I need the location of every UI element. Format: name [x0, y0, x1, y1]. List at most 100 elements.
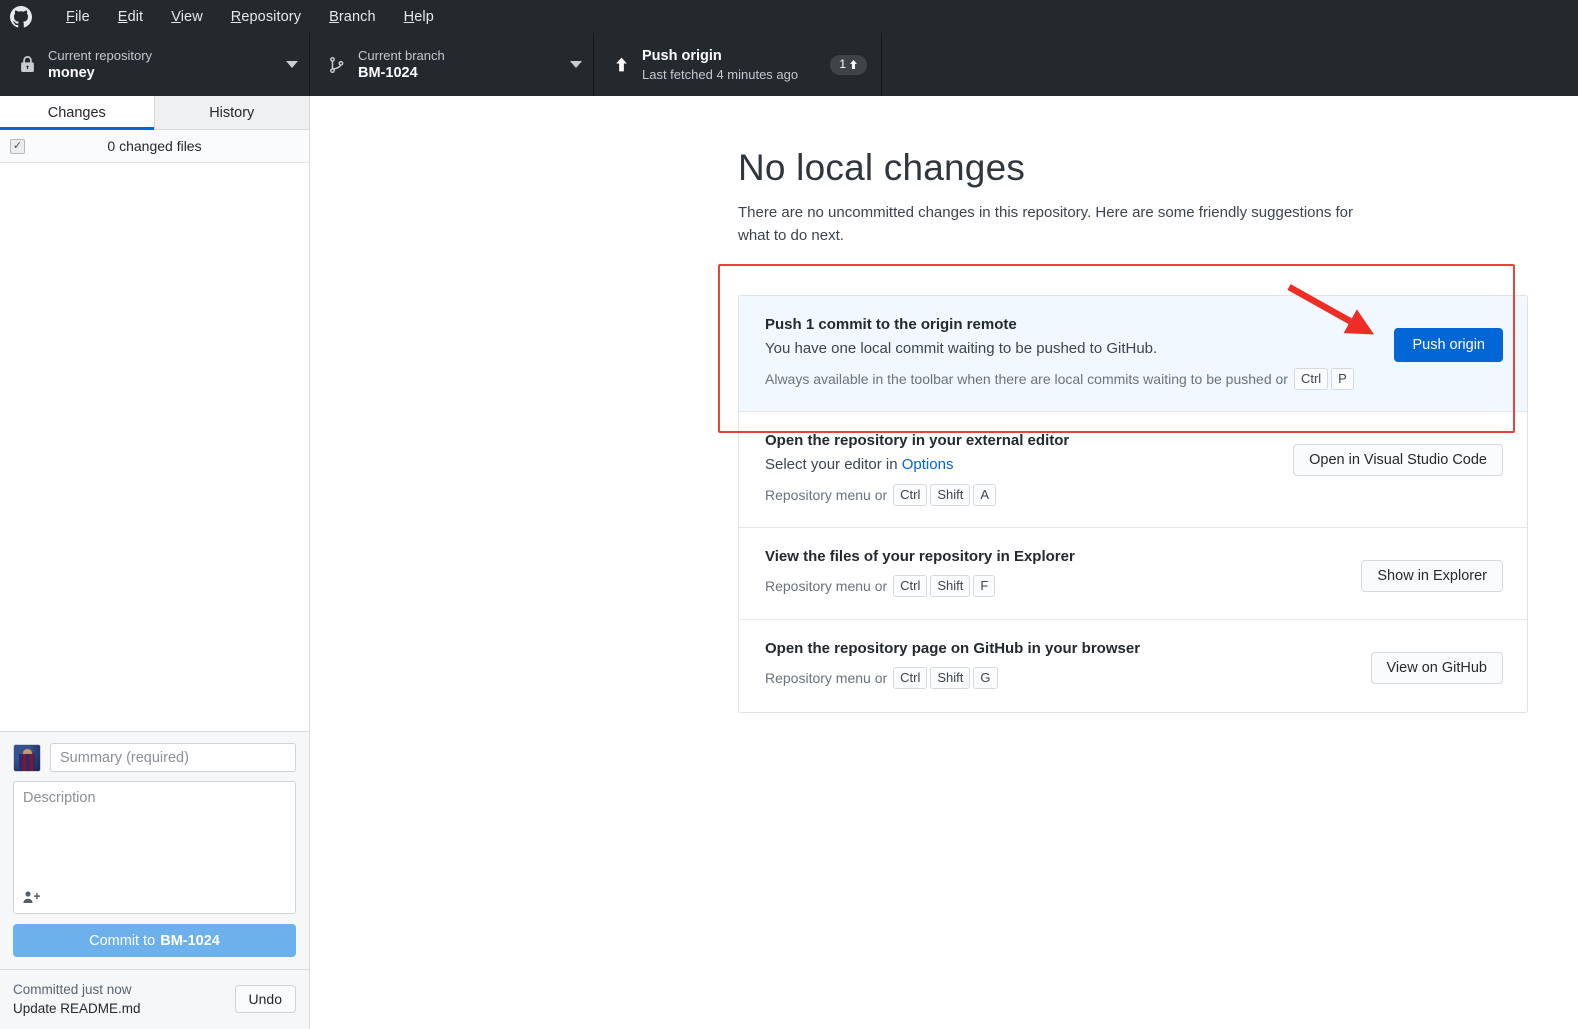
chevron-down-icon [285, 61, 299, 68]
commit-button-prefix: Commit to [89, 932, 156, 949]
open-in-editor-button[interactable]: Open in Visual Studio Code [1293, 444, 1503, 476]
suggestion-push-origin-hint: Always available in the toolbar when the… [765, 367, 1378, 391]
changed-files-count: 0 changed files [107, 138, 202, 154]
suggestion-show-explorer-text: View the files of your repository in Exp… [765, 546, 1361, 598]
github-mark-icon [8, 4, 34, 30]
menu-view-mnemonic: V [171, 8, 181, 25]
kbd-ctrl: Ctrl [1293, 368, 1329, 390]
suggestion-view-on-github-text: Open the repository page on GitHub in yo… [765, 638, 1371, 690]
chevron-down-icon [569, 61, 583, 68]
suggestion-view-on-github-hint-text: Repository menu or [765, 670, 888, 686]
github-desktop-window: File Edit View Repository Branch Help Cu… [0, 0, 1578, 1029]
tab-changes-label: Changes [47, 104, 106, 121]
sidebar: Changes History ✓ 0 changed files Summar… [0, 96, 310, 1029]
suggestion-view-on-github-title: Open the repository page on GitHub in yo… [765, 640, 1141, 657]
menu-branch-mnemonic: B [329, 8, 339, 25]
menu-help[interactable]: Help [390, 5, 448, 29]
suggestion-open-editor-hint-text: Repository menu or [765, 487, 888, 503]
main-content: No local changes There are no uncommitte… [310, 96, 1578, 1029]
kbd-ctrl: Ctrl [893, 667, 928, 689]
toolbar-filler [882, 33, 1578, 96]
push-origin-toolbar-button[interactable]: Push origin Last fetched 4 minutes ago 1 [594, 33, 882, 96]
menu-file-rest: ile [74, 8, 90, 25]
options-link[interactable]: Options [902, 456, 954, 473]
changed-files-list [0, 163, 309, 732]
suggestion-push-origin-hint-text: Always available in the toolbar when the… [765, 371, 1288, 387]
suggestion-push-origin-title: Push 1 commit to the origin remote [765, 316, 1017, 333]
sidebar-tabs: Changes History [0, 96, 309, 130]
suggestion-open-editor-action: Open in Visual Studio Code [1293, 430, 1503, 476]
menu-help-rest: elp [414, 8, 434, 25]
tab-changes[interactable]: Changes [0, 96, 155, 130]
kbd-ctrl: Ctrl [893, 575, 928, 597]
commit-button[interactable]: Commit to BM-1024 [13, 924, 296, 957]
push-origin-text: Push origin Last fetched 4 minutes ago [634, 47, 830, 83]
commit-description-input[interactable] [23, 789, 286, 881]
suggestion-show-explorer-title: View the files of your repository in Exp… [765, 548, 1075, 565]
kbd-shift: Shift [930, 667, 971, 689]
current-repository-text: Current repository money [40, 47, 285, 83]
kbd-f: F [973, 575, 996, 597]
lock-icon [14, 56, 40, 73]
add-person-icon[interactable] [23, 888, 45, 906]
page-subtitle: There are no uncommitted changes in this… [738, 204, 1354, 244]
push-origin-sublabel: Last fetched 4 minutes ago [642, 66, 799, 82]
suggestion-open-editor: Open the repository in your external edi… [739, 412, 1527, 528]
undo-button[interactable]: Undo [234, 985, 296, 1013]
commit-summary-row [13, 743, 296, 772]
undo-commit-bar: Committed just now Update README.md Undo [0, 969, 309, 1029]
show-in-explorer-button[interactable]: Show in Explorer [1361, 560, 1503, 592]
avatar [13, 743, 41, 772]
undo-commit-status: Committed just now [13, 982, 132, 997]
view-on-github-button[interactable]: View on GitHub [1370, 652, 1503, 684]
menu-repository-mnemonic: R [230, 8, 242, 25]
push-origin-label: Push origin [642, 47, 722, 64]
kbd-g: G [973, 667, 998, 689]
commit-button-branch: BM-1024 [160, 932, 220, 949]
menu-file[interactable]: File [52, 5, 104, 29]
kbd-ctrl: Ctrl [893, 484, 928, 506]
suggestion-view-on-github-hint: Repository menu or Ctrl Shift G [765, 666, 1355, 690]
current-repository-button[interactable]: Current repository money [0, 33, 310, 96]
menu-view-rest: iew [180, 8, 203, 25]
current-repository-value: money [48, 64, 95, 81]
suggestion-push-origin-description: You have one local commit waiting to be … [765, 340, 1158, 357]
menu-view[interactable]: View [157, 5, 217, 29]
suggestion-open-editor-text: Open the repository in your external edi… [765, 430, 1293, 507]
menu-edit-mnemonic: E [117, 8, 128, 25]
commit-summary-input[interactable] [50, 743, 296, 772]
suggestion-push-origin-action: Push origin [1394, 314, 1503, 362]
commit-form: Commit to BM-1024 [0, 732, 309, 969]
menu-help-mnemonic: H [403, 8, 415, 25]
menu-branch-rest: ranch [338, 8, 376, 25]
arrow-up-icon [608, 56, 634, 73]
arrow-up-icon [850, 59, 857, 69]
current-branch-label: Current branch [358, 47, 445, 63]
menu-repository-rest: epository [241, 8, 302, 25]
menu-branch[interactable]: Branch [315, 5, 390, 29]
menu-edit[interactable]: Edit [104, 5, 157, 29]
kbd-a: A [973, 484, 997, 506]
menu-repository[interactable]: Repository [217, 5, 315, 29]
suggestion-open-editor-desc-prefix: Select your editor in [765, 456, 902, 473]
suggestion-show-explorer-action: Show in Explorer [1361, 546, 1503, 592]
kbd-p: P [1331, 368, 1354, 390]
toolbar: Current repository money Current branch … [0, 33, 1578, 96]
suggestion-show-explorer-hint-text: Repository menu or [765, 578, 888, 594]
select-all-checkbox[interactable]: ✓ [10, 138, 25, 154]
suggestion-view-on-github: Open the repository page on GitHub in yo… [739, 620, 1527, 712]
ahead-count-badge: 1 [830, 54, 867, 75]
current-repository-label: Current repository [48, 47, 153, 63]
menu-edit-rest: dit [127, 8, 144, 25]
suggestion-open-editor-hint: Repository menu or Ctrl Shift A [765, 483, 1277, 507]
tab-history[interactable]: History [154, 96, 309, 129]
push-origin-button[interactable]: Push origin [1394, 328, 1503, 362]
current-branch-value: BM-1024 [358, 64, 418, 81]
suggestion-show-explorer: View the files of your repository in Exp… [739, 528, 1527, 620]
kbd-shift: Shift [930, 575, 971, 597]
menu-file-mnemonic: F [66, 8, 75, 25]
current-branch-text: Current branch BM-1024 [350, 47, 569, 83]
suggestion-view-on-github-action: View on GitHub [1370, 638, 1503, 684]
page-title: No local changes [738, 147, 1026, 188]
current-branch-button[interactable]: Current branch BM-1024 [310, 33, 594, 96]
